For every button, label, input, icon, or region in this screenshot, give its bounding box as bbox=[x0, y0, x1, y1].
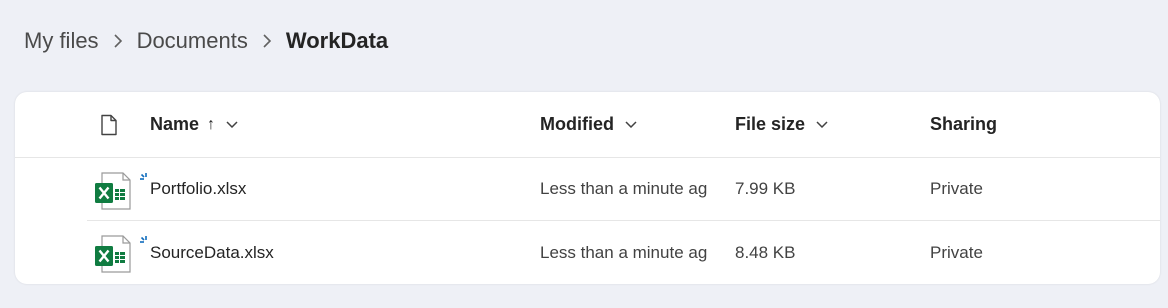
column-header-file-size[interactable]: File size bbox=[735, 92, 829, 157]
file-modified: Less than a minute ag bbox=[540, 179, 708, 198]
file-list-header: Name ↑ Modified File size Sharing bbox=[15, 92, 1160, 158]
column-header-modified[interactable]: Modified bbox=[540, 92, 638, 157]
column-header-sharing[interactable]: Sharing bbox=[930, 92, 997, 157]
table-row[interactable]: Portfolio.xlsx Less than a minute ag 7.9… bbox=[87, 158, 1160, 221]
breadcrumb-current: WorkData bbox=[285, 28, 389, 53]
table-row[interactable]: SourceData.xlsx Less than a minute ag 8.… bbox=[87, 221, 1160, 284]
breadcrumb-documents[interactable]: Documents bbox=[137, 28, 248, 54]
sharing-header-label: Sharing bbox=[930, 114, 998, 134]
breadcrumb-my-files[interactable]: My files bbox=[24, 28, 99, 54]
file-name-link[interactable]: Portfolio.xlsx bbox=[150, 158, 246, 220]
chevron-right-icon bbox=[262, 34, 272, 48]
file-size-header-label: File size bbox=[735, 114, 806, 134]
chevron-right-icon bbox=[113, 34, 123, 48]
excel-file-icon bbox=[91, 170, 133, 212]
file-sharing[interactable]: Private bbox=[930, 158, 983, 220]
chevron-down-icon bbox=[815, 120, 829, 130]
file-name-link[interactable]: SourceData.xlsx bbox=[150, 221, 274, 284]
file-sharing[interactable]: Private bbox=[930, 221, 983, 284]
chevron-down-icon bbox=[624, 120, 638, 130]
file-type-header-icon[interactable] bbox=[99, 92, 119, 157]
modified-header-label: Modified bbox=[540, 114, 614, 134]
column-header-name[interactable]: Name ↑ bbox=[150, 92, 239, 157]
file-size: 7.99 KB bbox=[735, 179, 796, 198]
file-list: Name ↑ Modified File size Sharing Portfo… bbox=[15, 92, 1160, 284]
breadcrumb: My files Documents WorkData bbox=[24, 28, 388, 54]
file-size: 8.48 KB bbox=[735, 242, 796, 262]
chevron-down-icon bbox=[225, 120, 239, 130]
excel-file-icon bbox=[91, 233, 133, 275]
file-modified: Less than a minute ag bbox=[540, 242, 708, 262]
sort-ascending-icon: ↑ bbox=[207, 115, 216, 133]
name-header-label: Name bbox=[150, 114, 200, 134]
